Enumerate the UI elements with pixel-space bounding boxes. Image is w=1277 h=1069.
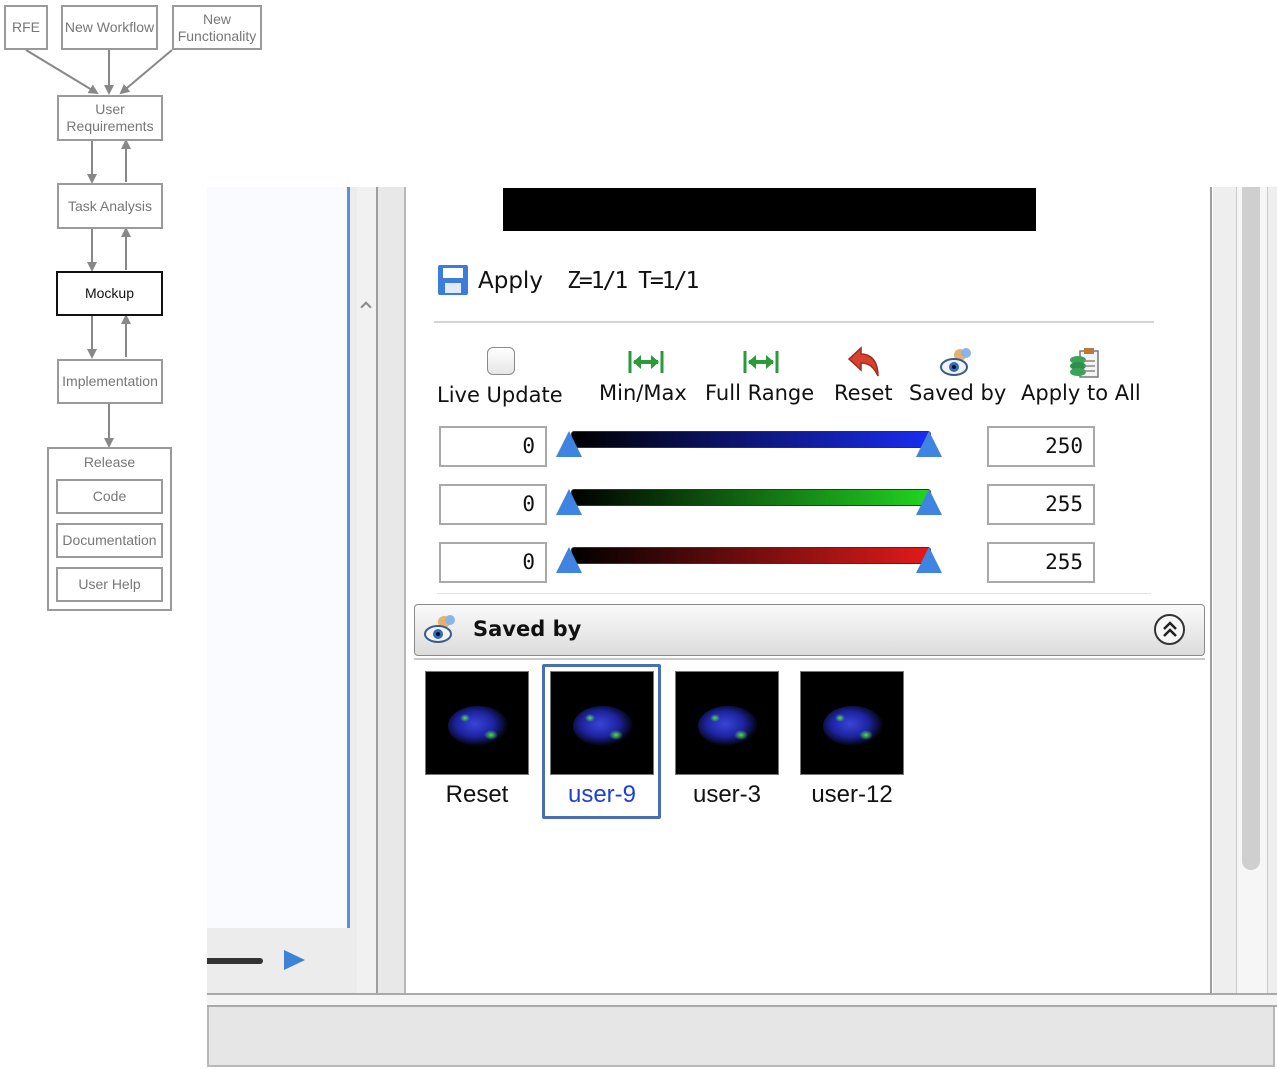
channel-2-max-input[interactable]: 255 (987, 484, 1095, 525)
channel-1-slider[interactable] (571, 431, 931, 448)
toolbar-separator (434, 321, 1154, 323)
rendering-settings-panel (404, 187, 1210, 995)
workflow-rfe: RFE (4, 5, 48, 50)
channel-row-3: 0 255 (437, 540, 1117, 586)
saved-by-header[interactable]: Saved by (414, 604, 1205, 656)
channel-2-min-input[interactable]: 0 (439, 484, 547, 525)
channel-1-min-input[interactable]: 0 (439, 426, 547, 467)
position-label: Z=1/1 T=1/1 (567, 268, 699, 294)
thumbnail-user-3[interactable]: user-3 (675, 671, 781, 816)
save-icon-label (443, 268, 463, 278)
channel-3-min-input[interactable]: 0 (439, 542, 547, 583)
workflow-mockup: Mockup (56, 271, 163, 316)
saved-by-icon[interactable] (940, 346, 974, 378)
workflow-task-analysis: Task Analysis (57, 183, 163, 229)
thumbnail-label: user-9 (567, 781, 637, 808)
workflow-user-help: User Help (56, 567, 163, 602)
apply-to-all-label[interactable]: Apply to All (1021, 381, 1141, 405)
thumbnail-list: Reset user-9 user-3 user-12 (414, 660, 1205, 830)
workflow-code: Code (56, 479, 163, 514)
thumbnail-label: user-3 (692, 781, 762, 808)
apply-label[interactable]: Apply (478, 268, 543, 294)
reset-icon[interactable] (846, 345, 882, 379)
save-icon-slot (445, 283, 461, 293)
workflow-new-functionality: New Functionality (172, 5, 262, 50)
workflow-implementation: Implementation (57, 359, 163, 404)
thumbnail-label: Reset (445, 781, 509, 808)
thumbnail-reset[interactable]: Reset (425, 671, 531, 816)
channel-3-min-handle[interactable] (556, 547, 582, 573)
save-icon[interactable] (438, 265, 468, 295)
thumbnail-image (425, 671, 529, 775)
channel-2-slider[interactable] (571, 489, 931, 506)
chevron-up-double-icon (1163, 621, 1177, 637)
workflow-new-workflow: New Workflow (61, 5, 158, 50)
channel-3-max-input[interactable]: 255 (987, 542, 1095, 583)
bottom-border (207, 993, 1277, 1007)
saved-by-label[interactable]: Saved by (909, 381, 1006, 405)
channel-row-2: 0 255 (437, 482, 1117, 528)
channel-1-max-input[interactable]: 250 (987, 426, 1095, 467)
channel-2-min-handle[interactable] (556, 489, 582, 515)
saved-by-header-title: Saved by (473, 617, 582, 641)
play-icon[interactable] (284, 950, 305, 970)
channel-1-min-handle[interactable] (556, 431, 582, 457)
apply-to-all-icon[interactable] (1068, 346, 1102, 380)
thumbnail-image (800, 671, 904, 775)
workflow-documentation: Documentation (56, 523, 163, 558)
left-panel-scrubber[interactable] (207, 958, 263, 964)
collapse-icon[interactable] (1154, 614, 1185, 645)
saved-by-header-icon (424, 615, 455, 643)
thumbnail-user-9[interactable]: user-9 (550, 671, 656, 816)
thumbnail-label: user-12 (811, 781, 893, 808)
channel-row-1: 0 250 (437, 424, 1117, 470)
channel-2-max-handle[interactable] (916, 489, 942, 515)
channels-separator (437, 593, 1151, 594)
scrollbar-thumb[interactable] (1242, 187, 1260, 870)
image-preview-strip (503, 188, 1036, 231)
reset-label[interactable]: Reset (834, 381, 893, 405)
live-update-checkbox[interactable] (487, 347, 515, 375)
channel-3-slider[interactable] (571, 547, 931, 564)
live-update-label[interactable]: Live Update (437, 383, 563, 407)
left-panel-content (207, 187, 350, 928)
workflow-release-label: Release (83, 454, 136, 470)
workflow-user-requirements: User Requirements (57, 95, 163, 141)
thumbnail-image (550, 671, 654, 775)
full-range-icon[interactable] (743, 349, 779, 375)
min-max-icon[interactable] (628, 349, 664, 375)
channel-1-max-handle[interactable] (916, 431, 942, 457)
min-max-label[interactable]: Min/Max (599, 381, 687, 405)
thumbnail-user-12[interactable]: user-12 (800, 671, 906, 816)
channel-3-max-handle[interactable] (916, 547, 942, 573)
thumbnail-image (675, 671, 779, 775)
status-bar (207, 1007, 1275, 1067)
full-range-label[interactable]: Full Range (705, 381, 814, 405)
